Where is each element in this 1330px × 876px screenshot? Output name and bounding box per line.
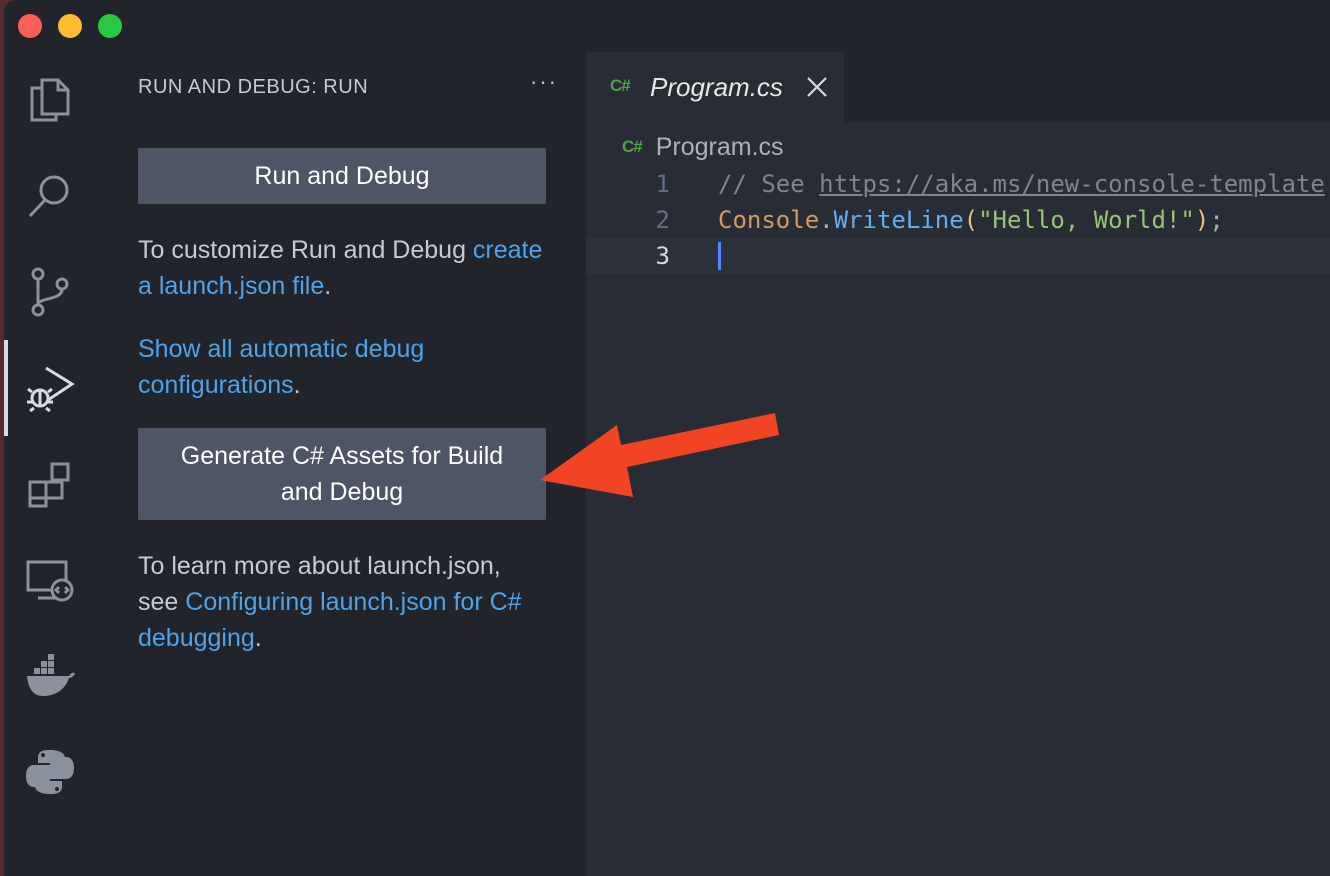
run-debug-icon xyxy=(27,366,75,413)
configuring-launch-json-link[interactable]: Configuring launch.json for C# debugging xyxy=(138,588,522,652)
token-string: "Hello, World!" xyxy=(978,206,1195,234)
more-actions-icon[interactable]: ··· xyxy=(526,64,562,100)
comment-text: // See xyxy=(718,170,820,198)
line-number: 1 xyxy=(655,170,670,198)
docker-icon xyxy=(27,654,75,696)
activity-remote-explorer[interactable] xyxy=(4,532,96,628)
activity-search[interactable] xyxy=(4,148,96,244)
token-method: WriteLine xyxy=(833,206,964,234)
code-editor[interactable]: 1 // See https://aka.ms/new-console-temp… xyxy=(586,166,1330,274)
activity-bar xyxy=(4,52,96,876)
token-dot: . xyxy=(819,206,834,234)
customize-suffix: . xyxy=(324,272,332,300)
token-close-paren: ) xyxy=(1194,206,1210,234)
activity-run-debug[interactable] xyxy=(4,340,96,436)
python-icon xyxy=(26,750,74,794)
activity-extensions[interactable] xyxy=(4,436,96,532)
tab-label: Program.cs xyxy=(650,72,783,102)
line-number: 3 xyxy=(655,242,670,270)
annotation-arrow xyxy=(540,413,779,497)
code-line: 2 Console.WriteLine("Hello, World!"); xyxy=(586,202,1330,238)
activity-python[interactable] xyxy=(4,724,96,820)
show-automatic-debug-configurations-link[interactable]: Show all automatic debug configurations xyxy=(138,335,424,399)
title-bar xyxy=(4,0,1330,52)
search-icon xyxy=(28,175,69,218)
run-debug-sidebar: RUN AND DEBUG: RUN ··· Run and Debug To … xyxy=(96,52,586,876)
activity-explorer[interactable] xyxy=(4,52,96,148)
text-cursor xyxy=(718,242,721,270)
sidebar-title: RUN AND DEBUG: RUN xyxy=(138,76,369,98)
comment-url-link[interactable]: https://aka.ms/new-console-template xyxy=(819,170,1325,198)
line-source: // See https://aka.ms/new-console-templa… xyxy=(718,166,1325,202)
code-line-current: 3 xyxy=(586,238,1330,274)
generate-csharp-assets-button[interactable]: Generate C# Assets for Build and Debug xyxy=(138,428,546,520)
window-minimize-button[interactable] xyxy=(58,14,82,38)
run-and-debug-button[interactable]: Run and Debug xyxy=(138,148,546,204)
line-number: 2 xyxy=(655,206,670,234)
token-class: Console xyxy=(718,206,820,234)
show-suffix: . xyxy=(293,371,301,399)
token-open-paren: ( xyxy=(963,206,979,234)
token-semicolon: ; xyxy=(1209,206,1224,234)
breadcrumb[interactable]: C# Program.cs xyxy=(622,132,784,162)
line-source: Console.WriteLine("Hello, World!"); xyxy=(718,202,1224,238)
learn-suffix: . xyxy=(254,624,262,652)
tab-program-cs[interactable]: C# Program.cs xyxy=(586,52,844,122)
extensions-icon xyxy=(28,462,70,508)
window-maximize-button[interactable] xyxy=(98,14,122,38)
csharp-file-icon: C# xyxy=(610,76,631,95)
breadcrumb-file[interactable]: Program.cs xyxy=(656,133,784,162)
files-icon xyxy=(30,78,70,122)
source-control-icon xyxy=(31,267,69,317)
customize-text: To customize Run and Debug xyxy=(138,236,473,264)
activity-docker[interactable] xyxy=(4,628,96,724)
customize-paragraph: To customize Run and Debug create a laun… xyxy=(138,232,558,304)
remote-explorer-icon xyxy=(26,560,74,602)
csharp-file-icon: C# xyxy=(622,137,643,156)
show-configs-paragraph: Show all automatic debug configurations. xyxy=(138,331,478,403)
editor-tab-bar: C# Program.cs xyxy=(586,52,1330,122)
active-indicator xyxy=(4,340,8,436)
close-icon[interactable] xyxy=(804,74,830,100)
code-line: 1 // See https://aka.ms/new-console-temp… xyxy=(586,166,1330,202)
activity-source-control[interactable] xyxy=(4,244,96,340)
learn-more-paragraph: To learn more about launch.json, see Con… xyxy=(138,548,538,656)
window-close-button[interactable] xyxy=(18,14,42,38)
